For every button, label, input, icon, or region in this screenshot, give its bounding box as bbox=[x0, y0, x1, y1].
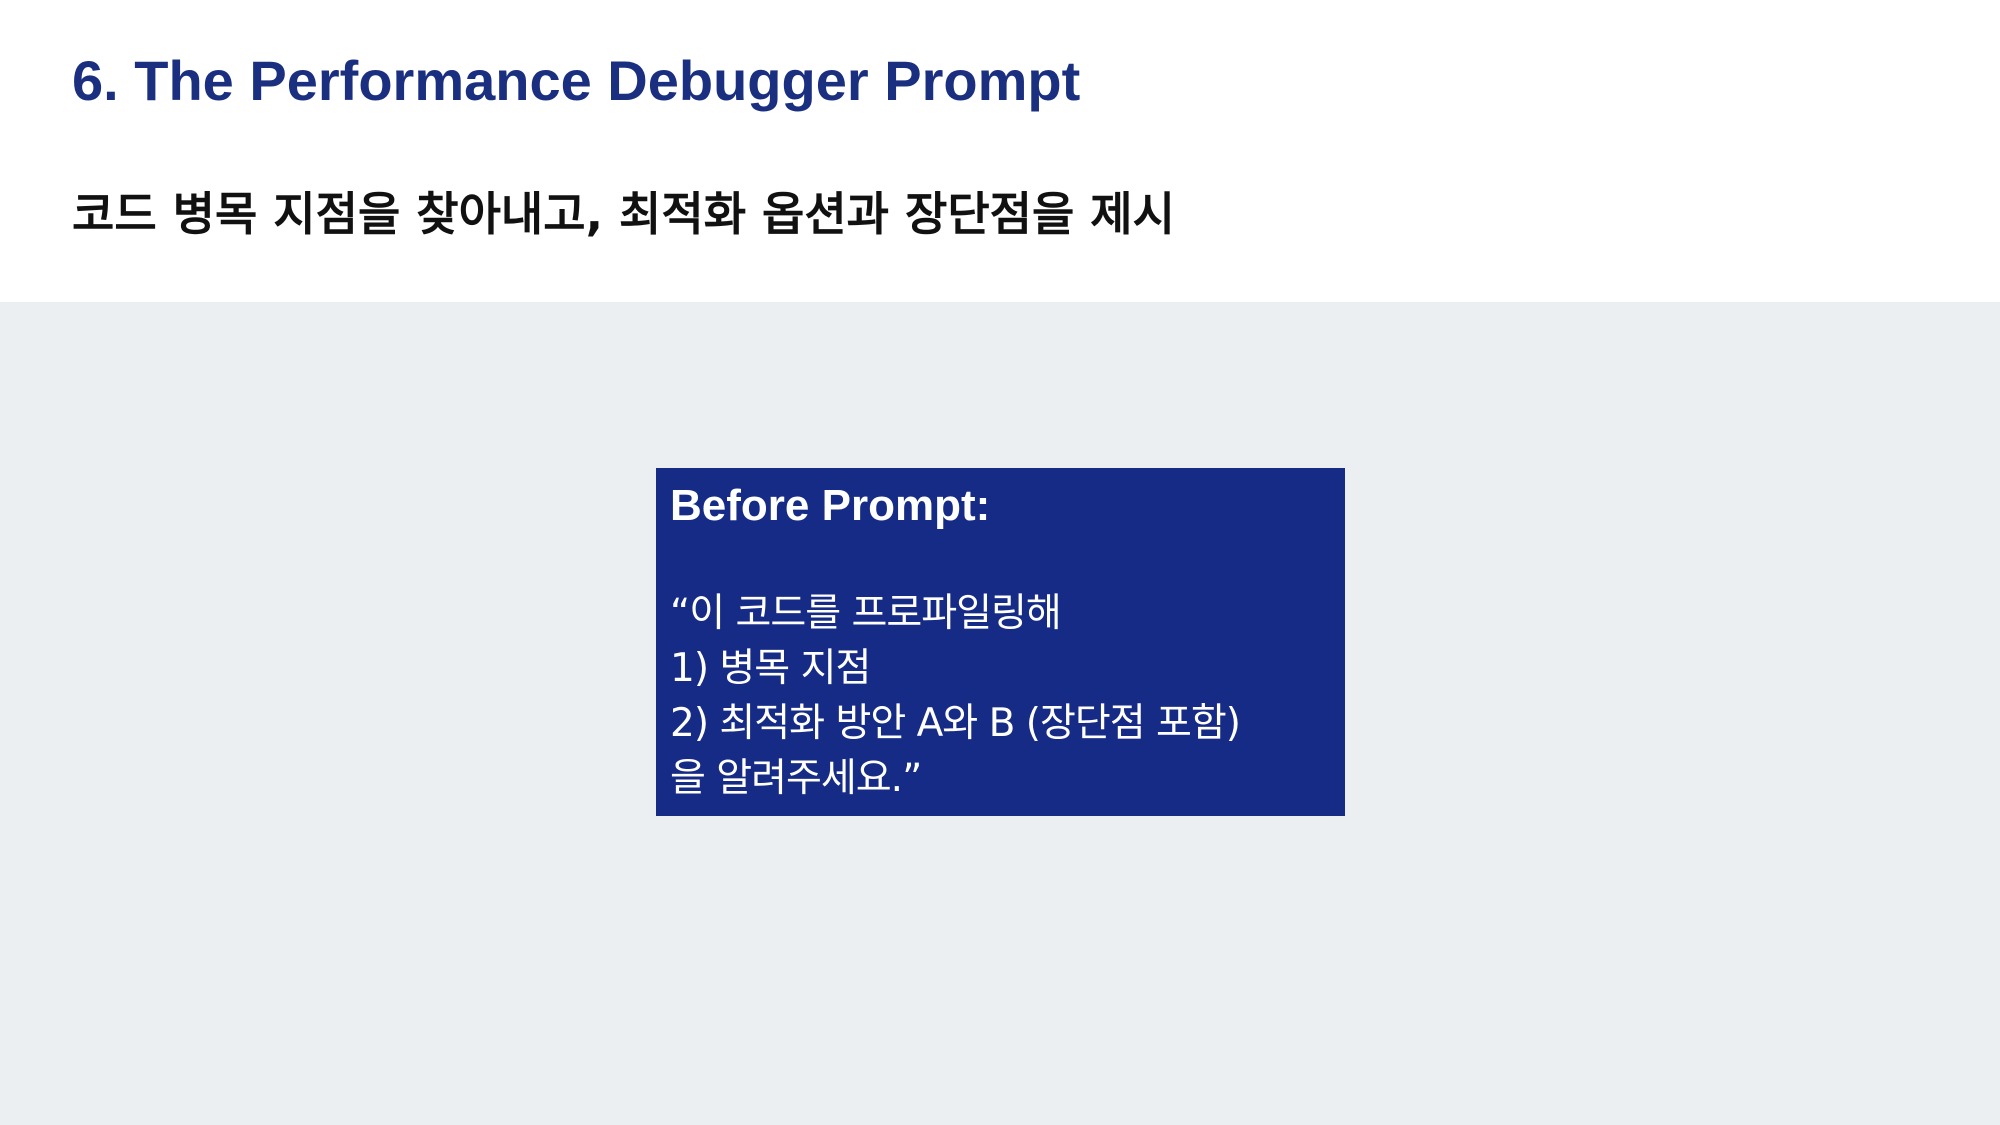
prompt-line-4: 을 알려주세요.” bbox=[670, 756, 922, 801]
slide-subtitle: 코드 병목 지점을 찾아내고, 최적화 옵션과 장단점을 제시 bbox=[72, 187, 1175, 241]
prompt-heading: Before Prompt: bbox=[670, 481, 991, 530]
slide-header: 6. The Performance Debugger Prompt 코드 병목… bbox=[0, 0, 2000, 302]
prompt-line-3: 2) 최적화 방안 A와 B (장단점 포함) bbox=[670, 701, 1241, 746]
prompt-line-2: 1) 병목 지점 bbox=[670, 646, 871, 691]
slide-title: 6. The Performance Debugger Prompt bbox=[72, 49, 1081, 112]
prompt-line-1: “이 코드를 프로파일링해 bbox=[670, 591, 1062, 636]
prompt-spacer bbox=[670, 534, 1331, 586]
before-prompt-box: Before Prompt: “이 코드를 프로파일링해 1) 병목 지점 2)… bbox=[656, 468, 1345, 816]
